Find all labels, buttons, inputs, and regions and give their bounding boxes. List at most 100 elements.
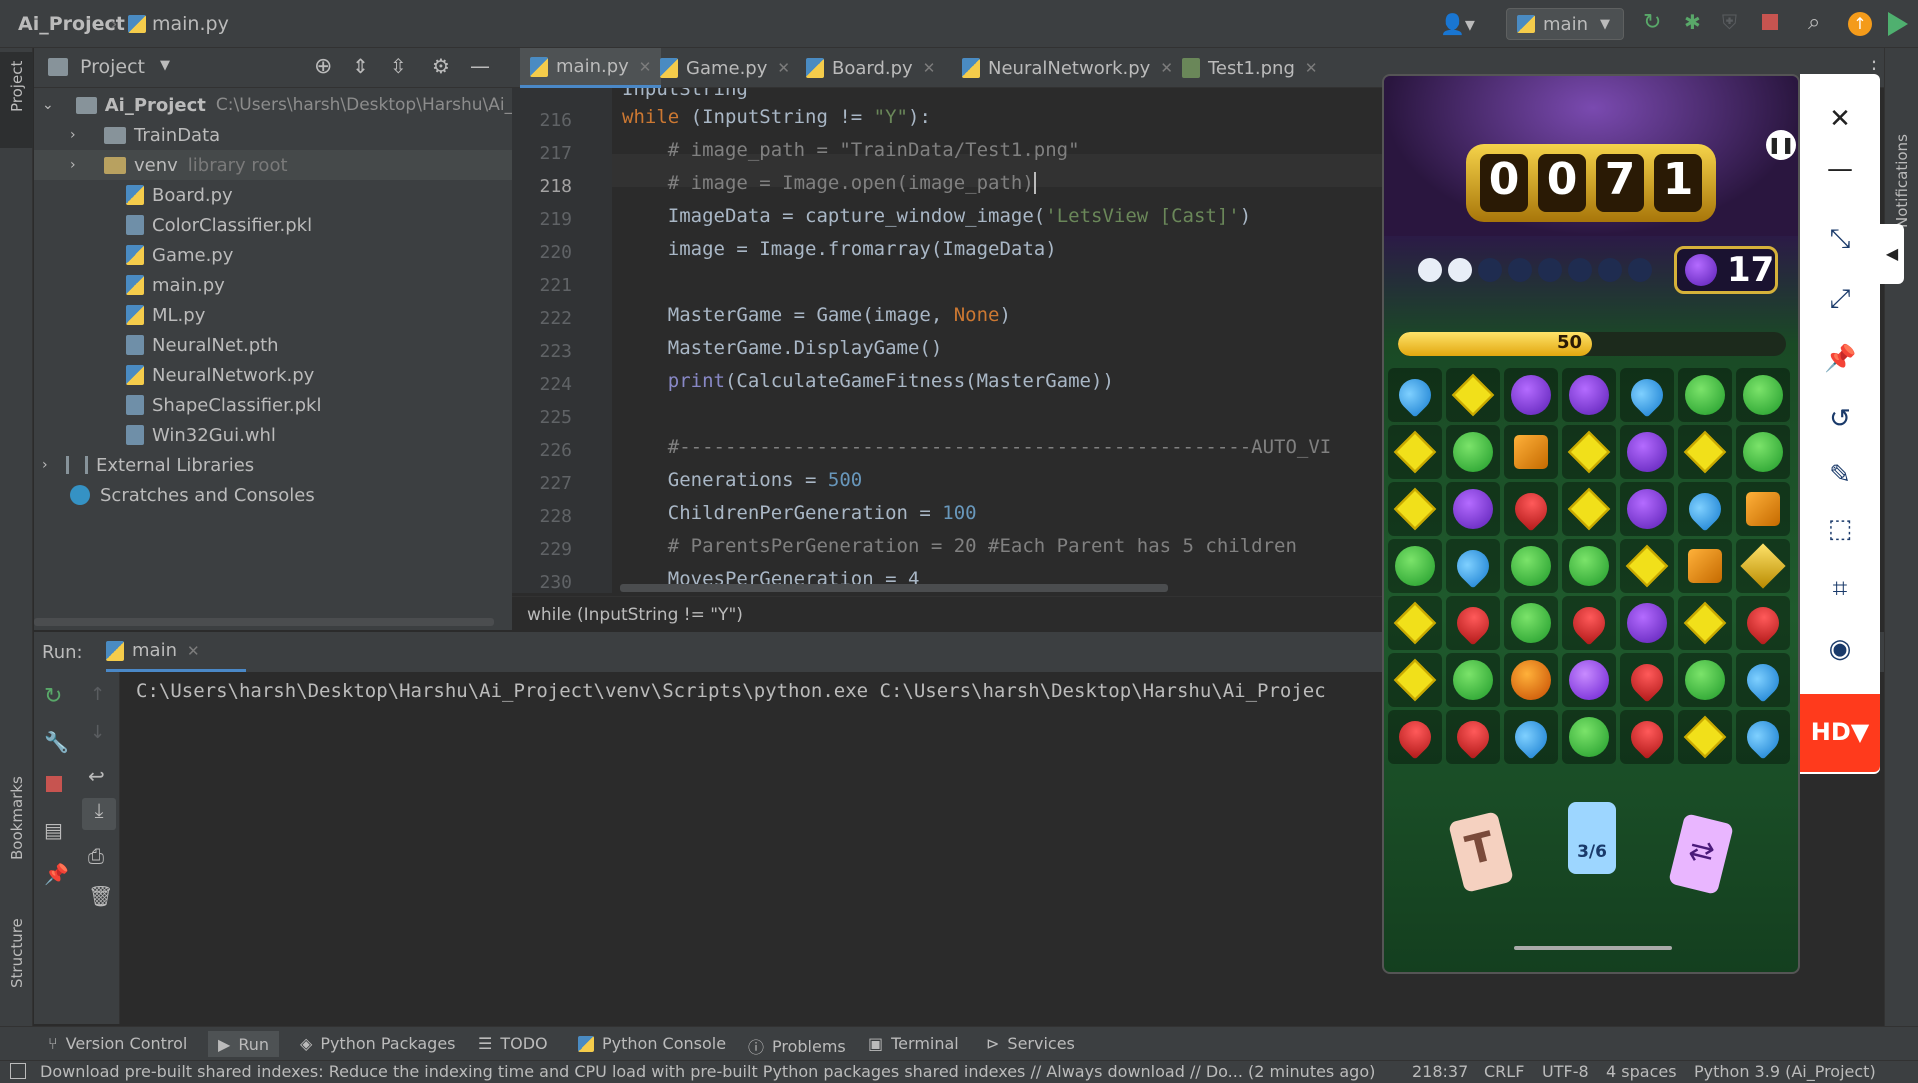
search-icon[interactable]: ⌕ bbox=[1808, 10, 1820, 35]
tree-item-traindata[interactable]: › TrainData bbox=[34, 120, 512, 150]
run-tab-main[interactable]: main ✕ bbox=[106, 632, 246, 672]
board-cell[interactable] bbox=[1620, 596, 1674, 650]
toggle-panels-icon[interactable] bbox=[10, 1063, 26, 1079]
coverage-icon[interactable]: ⛨ bbox=[1722, 10, 1737, 34]
tool-python-console[interactable]: Python Console bbox=[578, 1034, 726, 1053]
arrow-up-icon[interactable]: ↑ bbox=[90, 684, 105, 705]
board-cell[interactable] bbox=[1736, 653, 1790, 707]
stop-icon[interactable] bbox=[46, 776, 62, 792]
tool-terminal[interactable]: ▣ Terminal bbox=[868, 1034, 959, 1053]
board-cell[interactable] bbox=[1388, 482, 1442, 536]
close-icon[interactable]: ✕ bbox=[923, 59, 936, 77]
tool-python-packages[interactable]: ◈ Python Packages bbox=[300, 1034, 456, 1053]
scroll-to-end-icon[interactable]: ⤓ bbox=[82, 798, 116, 830]
board-cell[interactable] bbox=[1504, 596, 1558, 650]
wrench-icon[interactable]: 🔧 bbox=[44, 730, 69, 754]
board-cell[interactable] bbox=[1736, 596, 1790, 650]
pencil-icon[interactable]: ✎ bbox=[1824, 460, 1856, 492]
close-icon[interactable]: ✕ bbox=[777, 59, 790, 77]
game-board[interactable] bbox=[1388, 368, 1798, 768]
gear-icon[interactable]: ⚙ bbox=[432, 54, 450, 78]
board-cell[interactable] bbox=[1736, 425, 1790, 479]
board-cell[interactable] bbox=[1446, 596, 1500, 650]
board-cell[interactable] bbox=[1504, 710, 1558, 764]
project-panel-title[interactable]: Project bbox=[80, 56, 145, 78]
crop-icon[interactable]: ⌗ bbox=[1824, 574, 1856, 606]
board-cell[interactable] bbox=[1620, 368, 1674, 422]
layout-icon[interactable]: ▤ bbox=[44, 818, 63, 842]
project-horizontal-scrollbar[interactable] bbox=[34, 618, 494, 626]
board-cell[interactable] bbox=[1562, 539, 1616, 593]
tree-item-main[interactable]: main.py bbox=[34, 270, 512, 300]
code-area[interactable]: InputString while (InputString != "Y"): … bbox=[612, 88, 1382, 593]
tree-item-colorclassifier[interactable]: ColorClassifier.pkl bbox=[34, 210, 512, 240]
board-cell[interactable] bbox=[1678, 596, 1732, 650]
fullscreen-icon[interactable]: ⤢ bbox=[1824, 284, 1856, 316]
breadcrumb-project[interactable]: Ai_Project bbox=[18, 13, 125, 35]
resize-icon[interactable]: ⤡ bbox=[1824, 224, 1856, 256]
board-cell[interactable] bbox=[1388, 710, 1442, 764]
tree-item-win32gui[interactable]: Win32Gui.whl bbox=[34, 420, 512, 450]
tree-item-ml[interactable]: ML.py bbox=[34, 300, 512, 330]
locate-icon[interactable]: ⊕ bbox=[314, 54, 332, 79]
file-encoding[interactable]: UTF-8 bbox=[1542, 1062, 1589, 1081]
board-cell[interactable] bbox=[1620, 710, 1674, 764]
collapse-all-icon[interactable]: ⇳ bbox=[390, 54, 407, 78]
pause-icon[interactable]: ❚❚ bbox=[1766, 130, 1796, 160]
board-cell[interactable] bbox=[1736, 482, 1790, 536]
counter-card[interactable]: 3/6 bbox=[1568, 802, 1616, 874]
board-cell[interactable] bbox=[1562, 368, 1616, 422]
board-cell[interactable] bbox=[1562, 425, 1616, 479]
notifications-tool-label[interactable]: Notifications bbox=[1893, 134, 1911, 228]
tree-item-neuralnetwork[interactable]: NeuralNetwork.py bbox=[34, 360, 512, 390]
board-cell[interactable] bbox=[1678, 539, 1732, 593]
board-cell[interactable] bbox=[1620, 653, 1674, 707]
board-cell[interactable] bbox=[1736, 710, 1790, 764]
board-cell[interactable] bbox=[1388, 425, 1442, 479]
arrow-down-icon[interactable]: ↓ bbox=[90, 722, 105, 743]
print-icon[interactable]: ⎙ bbox=[88, 844, 104, 868]
tree-item-board[interactable]: Board.py bbox=[34, 180, 512, 210]
board-cell[interactable] bbox=[1504, 425, 1558, 479]
pin-icon[interactable]: 📌 bbox=[44, 862, 69, 886]
board-cell[interactable] bbox=[1504, 368, 1558, 422]
breadcrumb-file[interactable]: main.py bbox=[152, 13, 229, 35]
plugin-icon[interactable] bbox=[1888, 12, 1908, 36]
rerun-icon[interactable]: ↻ bbox=[1643, 10, 1661, 35]
caret-position[interactable]: 218:37 bbox=[1412, 1062, 1468, 1081]
board-cell[interactable] bbox=[1678, 425, 1732, 479]
tree-item-game[interactable]: Game.py bbox=[34, 240, 512, 270]
hd-quality-button[interactable]: HD▼ bbox=[1800, 694, 1880, 772]
hammer-powerup[interactable]: T bbox=[1448, 811, 1514, 893]
board-cell[interactable] bbox=[1562, 653, 1616, 707]
tree-root[interactable]: ⌄ Ai_Project C:\Users\harsh\Desktop\Hars… bbox=[34, 90, 512, 120]
tree-item-neuralnet[interactable]: NeuralNet.pth bbox=[34, 330, 512, 360]
tool-problems[interactable]: ⓘ Problems bbox=[748, 1034, 846, 1058]
line-ending[interactable]: CRLF bbox=[1484, 1062, 1524, 1081]
close-icon[interactable]: ✕ bbox=[1305, 59, 1318, 77]
board-cell[interactable] bbox=[1736, 368, 1790, 422]
board-cell[interactable] bbox=[1446, 368, 1500, 422]
pin-icon[interactable]: 📌 bbox=[1824, 344, 1856, 376]
editor-horizontal-scrollbar[interactable] bbox=[620, 584, 1168, 592]
board-cell[interactable] bbox=[1736, 539, 1790, 593]
board-cell[interactable] bbox=[1446, 710, 1500, 764]
board-cell[interactable] bbox=[1678, 653, 1732, 707]
stop-icon[interactable] bbox=[1762, 14, 1778, 30]
board-cell[interactable] bbox=[1446, 482, 1500, 536]
user-icon[interactable]: 👤▾ bbox=[1440, 12, 1475, 36]
project-tool-button[interactable]: Project bbox=[0, 52, 33, 148]
run-config-select[interactable]: main ▼ bbox=[1506, 8, 1624, 40]
tool-services[interactable]: ⊳ Services bbox=[986, 1034, 1075, 1053]
board-cell[interactable] bbox=[1562, 482, 1616, 536]
minimize-icon[interactable]: — bbox=[1824, 154, 1856, 186]
board-cell[interactable] bbox=[1504, 539, 1558, 593]
tab-main[interactable]: main.py ✕ bbox=[520, 48, 662, 88]
soft-wrap-icon[interactable]: ↩ bbox=[88, 764, 105, 788]
trash-icon[interactable]: 🗑 bbox=[88, 884, 113, 908]
tab-game[interactable]: Game.py ✕ bbox=[650, 48, 800, 88]
board-cell[interactable] bbox=[1562, 710, 1616, 764]
bookmarks-tool-label[interactable]: Bookmarks bbox=[8, 776, 26, 860]
status-message[interactable]: Download pre-built shared indexes: Reduc… bbox=[40, 1062, 1400, 1081]
tree-item-external-libraries[interactable]: › External Libraries bbox=[34, 450, 512, 480]
